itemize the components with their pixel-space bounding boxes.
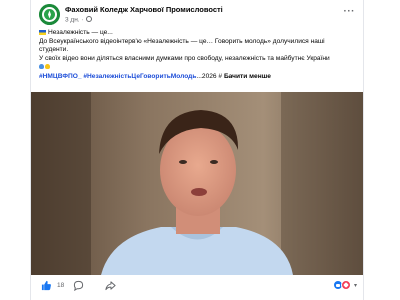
comment-icon[interactable]: [73, 280, 84, 291]
post-text: Незалежність — це... До Всеукраїнського …: [39, 29, 359, 82]
hashtag-link-2[interactable]: #НезалежністьЦеГоворитьМолодь: [83, 73, 196, 80]
ukraine-flag-icon: [39, 29, 46, 35]
post-footer: 18 ▾: [39, 279, 357, 293]
post-card: Фаховий Коледж Харчової Промисловості 3 …: [30, 0, 364, 300]
hashtag-tail: ...2026 #: [196, 73, 223, 81]
love-reaction-icon: [341, 280, 351, 290]
hashtags-line: #НМЦВФПО_ #НезалежністьЦеГоворитьМолодь.…: [39, 73, 359, 82]
post-line-3: студенти.: [39, 46, 69, 54]
hashtag-link-1[interactable]: #НМЦВФПО_: [39, 73, 82, 80]
globe-icon: [86, 16, 93, 22]
hearts-emoji-icon: [39, 64, 51, 73]
reactions-summary[interactable]: ▾: [333, 279, 357, 292]
page-name-link[interactable]: Фаховий Коледж Харчової Промисловості: [65, 5, 223, 14]
thumbs-up-icon[interactable]: [41, 280, 52, 291]
post-meta: 3 дн. ·: [65, 16, 93, 24]
meta-separator: ·: [81, 16, 84, 24]
see-less-button[interactable]: Бачити менше: [224, 73, 271, 80]
post-header: Фаховий Коледж Харчової Промисловості 3 …: [39, 4, 357, 26]
post-line-1-text: Незалежність — це...: [48, 29, 113, 36]
more-options-icon[interactable]: ···: [344, 7, 356, 17]
college-logo-icon[interactable]: [39, 4, 60, 25]
post-line-1: Незалежність — це...: [39, 29, 359, 38]
like-count: 18: [57, 282, 65, 289]
post-time[interactable]: 3 дн.: [65, 17, 80, 24]
share-icon[interactable]: [105, 280, 116, 291]
hearts-line: [39, 64, 359, 73]
post-line-4: У своїх відео вони діляться власними дум…: [39, 55, 330, 63]
post-video[interactable]: [31, 92, 363, 275]
post-line-2: До Всеукраїнського відеоінтерв'ю «Незале…: [39, 37, 325, 45]
chevron-down-icon[interactable]: ▾: [354, 282, 357, 289]
